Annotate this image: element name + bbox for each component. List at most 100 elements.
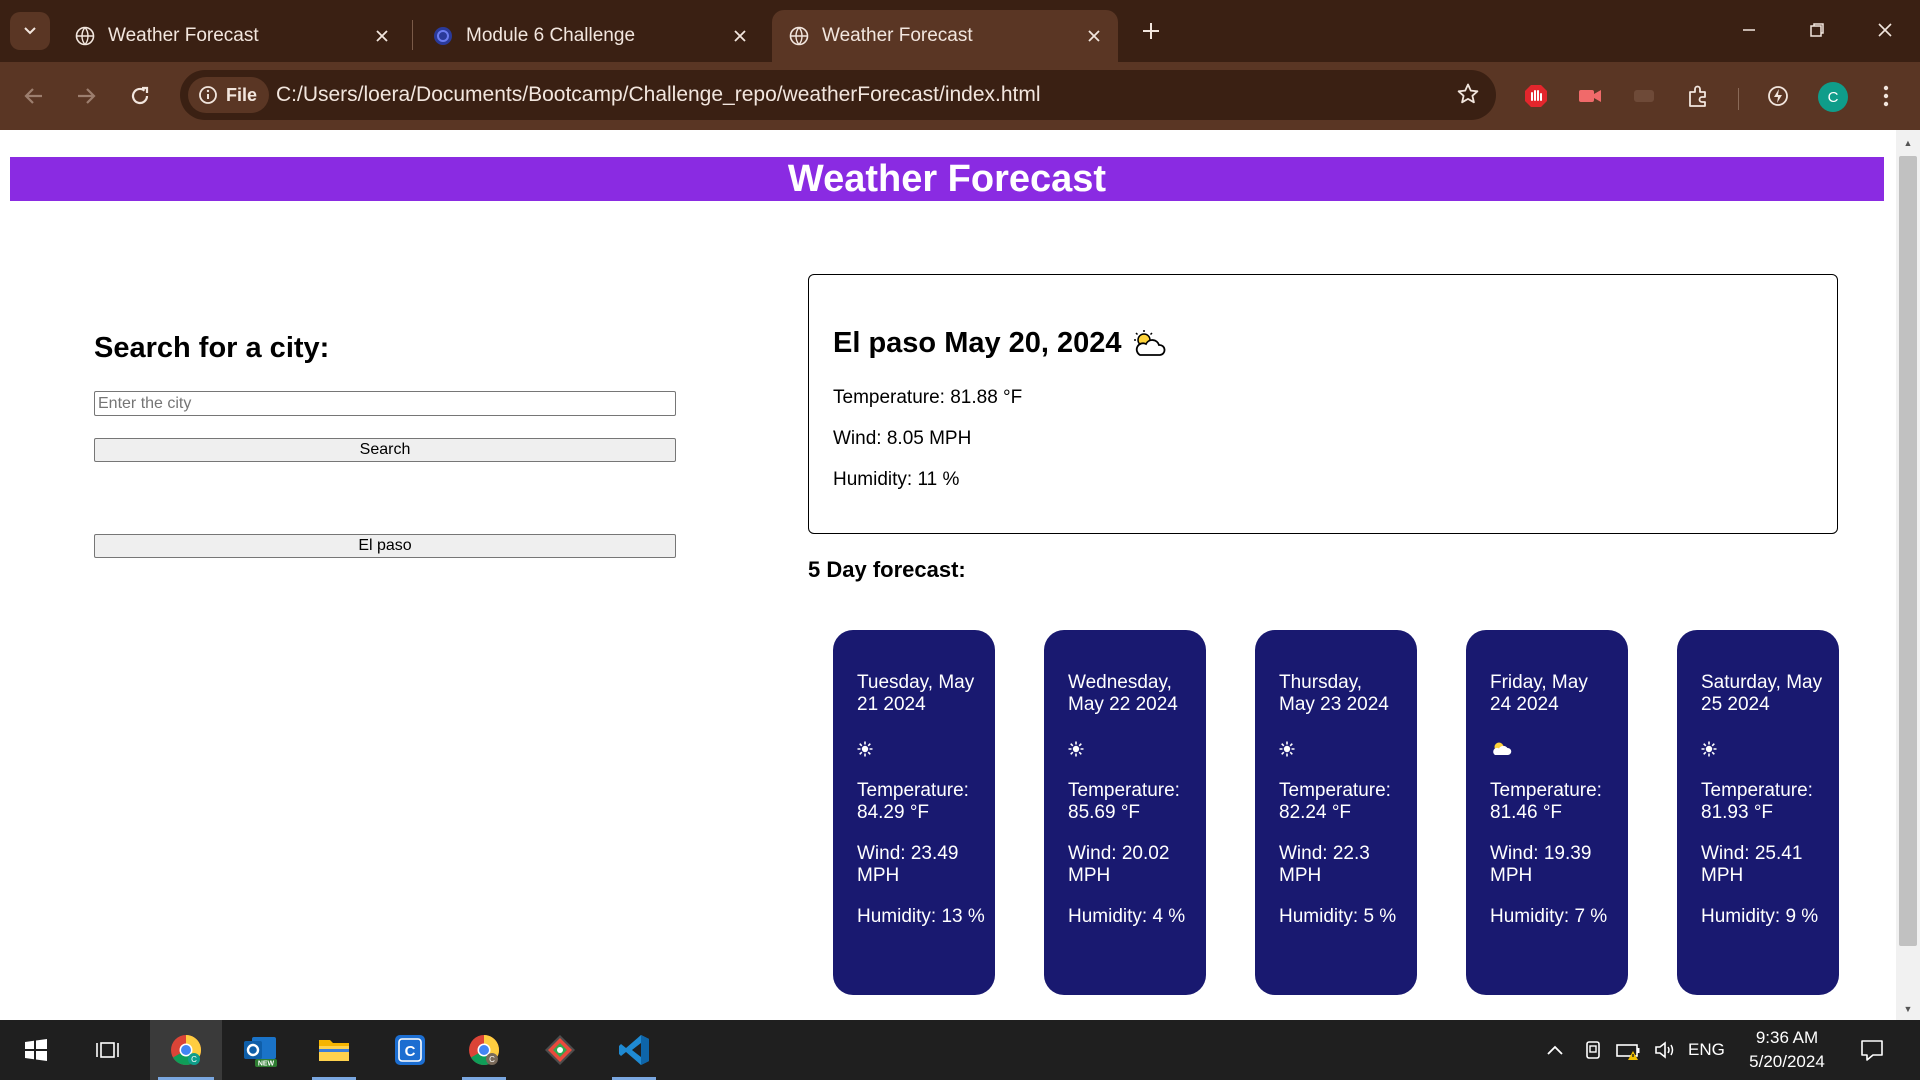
sun-icon (1279, 738, 1301, 760)
scroll-up-arrow-icon[interactable]: ▲ (1902, 138, 1914, 148)
windows-logo-icon (25, 1039, 47, 1061)
minimize-button[interactable] (1716, 8, 1782, 52)
search-button[interactable]: Search (94, 438, 676, 462)
arrow-right-icon (78, 88, 96, 104)
scheme-label: File (226, 84, 258, 105)
taskbar: C NEW C C ENG 9:36 AM 5/20/2024 (0, 1020, 1920, 1080)
search-heading: Search for a city: (94, 332, 330, 364)
current-temperature: Temperature: 81.88 °F (833, 387, 1023, 408)
git-icon (545, 1035, 575, 1065)
tab-strip: Weather Forecast Module 6 Challenge Weat… (0, 0, 1920, 62)
battery-warning-icon[interactable] (1612, 1020, 1646, 1080)
globe-icon (74, 25, 96, 47)
tab-divider (412, 20, 413, 50)
forecast-heading: 5 Day forecast: (808, 557, 966, 582)
current-city-date: El paso May 20, 2024 (833, 327, 1122, 359)
chrome-icon: C (171, 1035, 202, 1066)
restore-button[interactable] (1784, 8, 1850, 52)
sun-icon (1068, 738, 1090, 760)
city-search-input[interactable] (94, 391, 676, 416)
svg-text:C: C (405, 1043, 416, 1060)
forecast-humidity: Humidity: 9 % (1701, 906, 1819, 927)
clock-date: 5/20/2024 (1749, 1052, 1825, 1071)
performance-icon[interactable] (1760, 78, 1796, 114)
history-button-el-paso[interactable]: El paso (94, 534, 676, 558)
taskbar-file-explorer[interactable] (304, 1020, 364, 1080)
current-humidity: Humidity: 11 % (833, 469, 960, 490)
menu-kebab-icon[interactable] (1868, 78, 1904, 114)
taskbar-outlook[interactable]: NEW (230, 1020, 290, 1080)
sun-icon (857, 738, 879, 760)
bookmark-star-icon[interactable] (1456, 82, 1480, 111)
scrollbar-thumb[interactable] (1899, 156, 1917, 946)
tab-module-6-challenge[interactable]: Module 6 Challenge (416, 10, 764, 62)
screen-recorder-extension-icon[interactable] (1572, 78, 1608, 114)
forecast-humidity: Humidity: 7 % (1490, 906, 1608, 927)
outlook-icon: NEW (244, 1037, 277, 1068)
tab-search-button[interactable] (10, 12, 50, 50)
forecast-wind: Wind: 25.41 MPH (1701, 843, 1803, 886)
scroll-down-arrow-icon[interactable]: ▼ (1902, 1004, 1914, 1014)
show-hidden-icons-chevron-icon[interactable] (1540, 1020, 1570, 1080)
forecast-humidity: Humidity: 5 % (1279, 906, 1397, 927)
taskbar-vscode[interactable] (604, 1020, 664, 1080)
svg-text:C: C (191, 1055, 197, 1064)
browser-toolbar: File C:/Users/loera/Documents/Bootcamp/C… (0, 62, 1920, 130)
forecast-card-day-2: Wednesday, May 22 2024 Temperature: 85.6… (1044, 630, 1206, 995)
forecast-date: Wednesday, May 22 2024 (1068, 672, 1178, 715)
forecast-card-day-4: Friday, May 24 2024 Temperature: 81.46 °… (1466, 630, 1628, 995)
input-language[interactable]: ENG (1688, 1040, 1725, 1060)
tab-title: Module 6 Challenge (466, 25, 636, 46)
clock-time: 9:36 AM (1755, 1028, 1819, 1047)
forecast-date: Friday, May 24 2024 (1490, 672, 1588, 715)
site-info-chip[interactable]: File (188, 77, 270, 113)
notifications-icon[interactable] (1852, 1020, 1892, 1080)
extension-icon-faded[interactable] (1626, 78, 1662, 114)
system-clock[interactable]: 9:36 AM 5/20/2024 (1730, 1026, 1844, 1074)
forecast-humidity: Humidity: 4 % (1068, 906, 1186, 927)
address-bar[interactable]: File C:/Users/loera/Documents/Bootcamp/C… (180, 70, 1496, 120)
minimize-icon (1743, 29, 1755, 31)
close-tab-icon[interactable] (726, 22, 754, 50)
partly-cloudy-icon (1490, 738, 1512, 760)
tab-title: Weather Forecast (108, 25, 259, 46)
extensions-puzzle-icon[interactable] (1680, 78, 1716, 114)
folder-icon (319, 1040, 349, 1061)
globe-icon (788, 25, 810, 47)
close-icon (1878, 23, 1892, 37)
svg-text:C: C (489, 1055, 495, 1064)
taskbar-app-c[interactable]: C (380, 1020, 440, 1080)
restore-icon (1810, 23, 1824, 37)
forecast-card-day-5: Saturday, May 25 2024 Temperature: 81.93… (1677, 630, 1839, 995)
forecast-temperature: Temperature: 81.93 °F (1701, 780, 1813, 823)
new-tab-button[interactable] (1132, 14, 1170, 48)
close-window-button[interactable] (1852, 8, 1918, 52)
close-tab-icon[interactable] (1080, 22, 1108, 50)
adblock-extension-icon[interactable] (1518, 78, 1554, 114)
sun-icon (1701, 738, 1723, 760)
close-tab-icon[interactable] (368, 22, 396, 50)
current-weather-card: El paso May 20, 2024 Temperature: 81.88 … (808, 274, 1838, 534)
info-icon (199, 86, 217, 104)
back-button[interactable] (14, 76, 54, 116)
url-text: C:/Users/loera/Documents/Bootcamp/Challe… (276, 83, 1041, 106)
reload-button[interactable] (120, 76, 160, 116)
chevron-down-icon (24, 27, 36, 35)
forecast-card-day-1: Tuesday, May 21 2024 Temperature: 84.29 … (833, 630, 995, 995)
forecast-card-day-3: Thursday, May 23 2024 Temperature: 82.24… (1255, 630, 1417, 995)
tab-weather-forecast-1[interactable]: Weather Forecast (58, 10, 406, 62)
taskbar-chrome-profile[interactable]: C (150, 1020, 222, 1080)
volume-icon[interactable] (1650, 1020, 1680, 1080)
device-icon[interactable] (1578, 1020, 1608, 1080)
profile-avatar[interactable]: C (1818, 82, 1848, 112)
taskbar-git-gui[interactable] (530, 1020, 590, 1080)
tab-weather-forecast-active[interactable]: Weather Forecast (772, 10, 1118, 62)
tab-title: Weather Forecast (822, 25, 973, 46)
task-view-button[interactable] (78, 1020, 138, 1080)
reload-icon (131, 86, 149, 105)
forward-button[interactable] (66, 76, 106, 116)
svg-text:NEW: NEW (258, 1061, 275, 1068)
start-button[interactable] (6, 1020, 66, 1080)
taskbar-chrome[interactable]: C (454, 1020, 514, 1080)
forecast-temperature: Temperature: 85.69 °F (1068, 780, 1180, 823)
